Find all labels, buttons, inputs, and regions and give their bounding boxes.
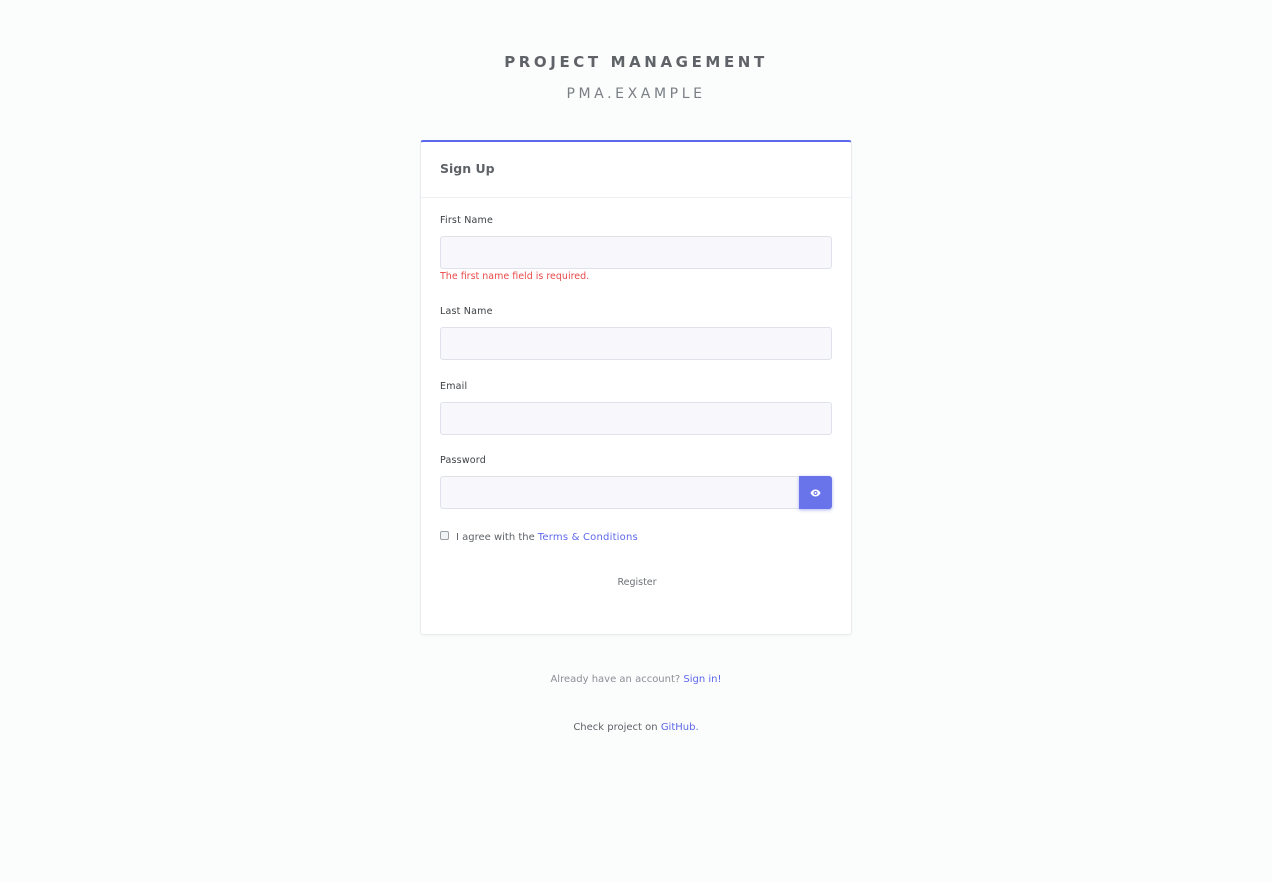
github-link[interactable]: GitHub. bbox=[661, 722, 699, 733]
brand-header: PROJECT MANAGEMENT PMA.EXAMPLE bbox=[0, 52, 1272, 103]
first-name-input[interactable] bbox=[440, 236, 832, 269]
card-title: Sign Up bbox=[421, 142, 851, 198]
eye-icon bbox=[810, 489, 821, 497]
email-label: Email bbox=[440, 381, 468, 392]
terms-prefix: I agree with the bbox=[456, 532, 535, 543]
terms-link[interactable]: Terms & Conditions bbox=[538, 532, 638, 543]
first-name-label: First Name bbox=[440, 215, 494, 226]
account-prefix: Already have an account? bbox=[550, 674, 681, 685]
sign-in-prompt: Already have an account? Sign in! bbox=[0, 674, 1272, 685]
terms-checkbox[interactable] bbox=[440, 531, 449, 540]
show-password-button[interactable] bbox=[799, 476, 832, 509]
last-name-label: Last Name bbox=[440, 306, 493, 317]
github-line: Check project on GitHub. bbox=[0, 722, 1272, 733]
register-button[interactable]: Register bbox=[587, 572, 687, 592]
sign-in-link[interactable]: Sign in! bbox=[683, 674, 721, 685]
email-input[interactable] bbox=[440, 402, 832, 435]
signup-card: Sign Up First Name The first name field … bbox=[420, 140, 852, 635]
first-name-error: The first name field is required. bbox=[440, 271, 590, 282]
last-name-input[interactable] bbox=[440, 327, 832, 360]
password-input[interactable] bbox=[440, 476, 800, 509]
password-label: Password bbox=[440, 455, 486, 466]
app-subtitle: PMA.EXAMPLE bbox=[566, 86, 706, 102]
app-title: PROJECT MANAGEMENT bbox=[504, 53, 768, 71]
github-prefix: Check project on bbox=[573, 722, 658, 733]
terms-row: I agree with the Terms & Conditions bbox=[440, 531, 638, 543]
